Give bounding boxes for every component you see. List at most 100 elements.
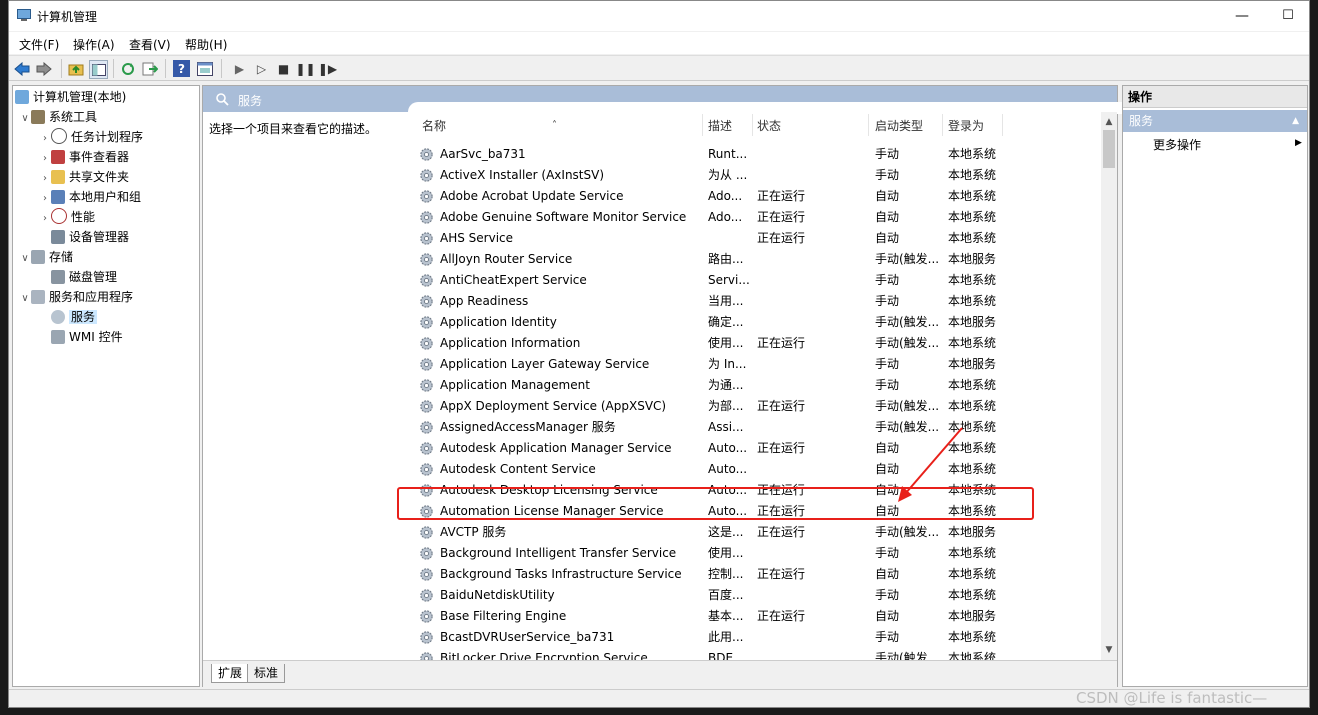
tree-disk-management[interactable]: 磁盘管理 [51,267,117,287]
service-row[interactable]: AppX Deployment Service (AppXSVC) 为部... 正在… [412,396,1104,417]
service-logon-as: 本地系统 [948,399,997,413]
menu-view[interactable]: 查看(V) [129,36,171,53]
help-icon[interactable]: ? [173,60,190,77]
service-row[interactable]: AntiCheatExpert Service Servi... 手动 本地系统 [412,270,1104,291]
tree-device-manager[interactable]: 设备管理器 [51,227,129,247]
service-row[interactable]: Application Identity 确定... 手动(触发... 本地服务 [412,312,1104,333]
service-row[interactable]: Application Management 为通... 手动 本地系统 [412,375,1104,396]
service-row[interactable]: Autodesk Content Service Auto... 自动 本地系统 [412,459,1104,480]
service-row[interactable]: BcastDVRUserService_ba731 此用... 手动 本地系统 [412,627,1104,648]
menu-file[interactable]: 文件(F) [19,36,59,53]
service-status: 正在运行 [757,189,806,203]
service-row[interactable]: App Readiness 当用... 手动 本地系统 [412,291,1104,312]
minimize-button[interactable]: — [1219,1,1265,31]
tab-standard[interactable]: 标准 [247,664,286,683]
service-description: 为通... [708,378,744,392]
service-name: Background Intelligent Transfer Service [440,546,677,560]
up-folder-icon[interactable] [67,60,84,77]
scroll-down-icon[interactable]: ▼ [1101,642,1117,658]
properties-icon[interactable] [196,60,213,77]
tree-storage[interactable]: ∨ 存储 [19,247,73,267]
collapse-section-icon[interactable]: ▲ [1292,110,1299,132]
restart-service-icon[interactable]: ❚▶ [318,60,337,77]
start-service-alt-icon[interactable]: ▷ [253,60,270,77]
computer-management-icon [17,9,31,21]
refresh-icon[interactable] [119,60,136,77]
collapse-arrow-icon[interactable]: ∨ [19,109,31,129]
view-tabs: 扩展 标准 [203,660,1117,689]
service-name: Autodesk Content Service [440,462,596,476]
expand-arrow-icon[interactable]: › [39,169,51,189]
column-description[interactable]: 描述 [708,112,732,140]
actions-section-services[interactable]: 服务 ▲ [1123,110,1307,132]
service-row[interactable]: Application Layer Gateway Service 为 In...… [412,354,1104,375]
tree-wmi[interactable]: WMI 控件 [51,327,123,347]
back-icon[interactable] [13,60,30,77]
service-row[interactable]: AHS Service 正在运行 自动 本地系统 [412,228,1104,249]
service-startup-type: 自动 [875,462,900,476]
service-row[interactable]: AssignedAccessManager 服务 Assi... 手动(触发... 本… [412,417,1104,438]
expand-arrow-icon[interactable]: › [39,149,51,169]
pause-service-icon[interactable]: ❚❚ [295,60,315,77]
forward-icon[interactable] [35,60,52,77]
tree-system-tools[interactable]: ∨ 系统工具 [19,107,97,127]
service-description: 这是... [708,525,744,539]
tree-performance[interactable]: › 性能 [39,207,95,227]
column-status[interactable]: 状态 [757,112,781,140]
maximize-button[interactable]: ☐ [1265,1,1309,31]
expand-arrow-icon[interactable]: › [39,129,51,149]
service-description: Ado... [708,210,743,224]
toolbar: ? ▶ ▷ ■ ❚❚ ❚▶ [9,55,1309,81]
more-actions[interactable]: 更多操作 [1153,136,1201,153]
tree-services[interactable]: 服务 [51,307,98,327]
submenu-arrow-icon[interactable]: ▶ [1295,138,1302,148]
service-description: 为 In... [708,357,747,371]
service-row[interactable]: Adobe Acrobat Update Service Ado... 正在运行 自动… [412,186,1104,207]
column-logon-as[interactable]: 登录为 [948,112,984,140]
service-row[interactable]: AVCTP 服务 这是... 正在运行 手动(触发... 本地服务 [412,522,1104,543]
tab-extended[interactable]: 扩展 [211,664,250,683]
service-gear-icon [420,211,433,224]
service-startup-type: 手动(触发... [875,315,940,329]
service-gear-icon [420,568,433,581]
vertical-scrollbar[interactable]: ▲ ▼ [1101,112,1117,660]
stop-service-icon[interactable]: ■ [275,60,292,77]
service-row[interactable]: Base Filtering Engine 基本... 正在运行 自动 本地服务 [412,606,1104,627]
export-list-icon[interactable] [141,60,158,77]
service-row[interactable]: Application Information 使用... 正在运行 手动(触发...… [412,333,1104,354]
scroll-thumb[interactable] [1103,130,1115,168]
disk-icon [51,270,65,284]
tree-task-scheduler[interactable]: › 任务计划程序 [39,127,143,147]
column-startup-type[interactable]: 启动类型 [875,112,923,140]
service-name: AarSvc_ba731 [440,147,526,161]
menu-action[interactable]: 操作(A) [73,36,115,53]
start-service-icon[interactable]: ▶ [231,60,248,77]
service-gear-icon [420,652,433,660]
service-logon-as: 本地系统 [948,420,997,434]
tree-services-apps[interactable]: ∨ 服务和应用程序 [19,287,133,307]
service-row[interactable]: AarSvc_ba731 Runt... 手动 本地系统 [412,144,1104,165]
expand-arrow-icon[interactable]: › [39,189,51,209]
service-row[interactable]: ActiveX Installer (AxInstSV) 为从 ... 手动 本地系统 [412,165,1104,186]
tree-event-viewer[interactable]: › 事件查看器 [39,147,129,167]
service-row[interactable]: Autodesk Application Manager Service Auto… [412,438,1104,459]
menu-help[interactable]: 帮助(H) [185,36,227,53]
service-row[interactable]: AllJoyn Router Service 路由... 手动(触发... 本地服务 [412,249,1104,270]
collapse-arrow-icon[interactable]: ∨ [19,289,31,309]
service-logon-as: 本地系统 [948,441,997,455]
service-startup-type: 自动 [875,441,900,455]
service-row[interactable]: BitLocker Drive Encryption Service BDE...… [412,648,1104,660]
expand-arrow-icon[interactable]: › [39,209,51,229]
tree-shared-folders[interactable]: › 共享文件夹 [39,167,129,187]
tree-root[interactable]: 计算机管理(本地) [15,87,126,107]
service-row[interactable]: Adobe Genuine Software Monitor Service Ad… [412,207,1104,228]
service-row[interactable]: Background Tasks Infrastructure Service 控… [412,564,1104,585]
column-name[interactable]: 名称 [422,112,446,140]
show-hide-tree-icon[interactable] [89,60,108,79]
tree-local-users[interactable]: › 本地用户和组 [39,187,141,207]
collapse-arrow-icon[interactable]: ∨ [19,249,31,269]
service-row[interactable]: BaiduNetdiskUtility 百度... 手动 本地系统 [412,585,1104,606]
service-gear-icon [420,148,433,161]
scroll-up-icon[interactable]: ▲ [1101,114,1117,130]
service-row[interactable]: Background Intelligent Transfer Service 使… [412,543,1104,564]
